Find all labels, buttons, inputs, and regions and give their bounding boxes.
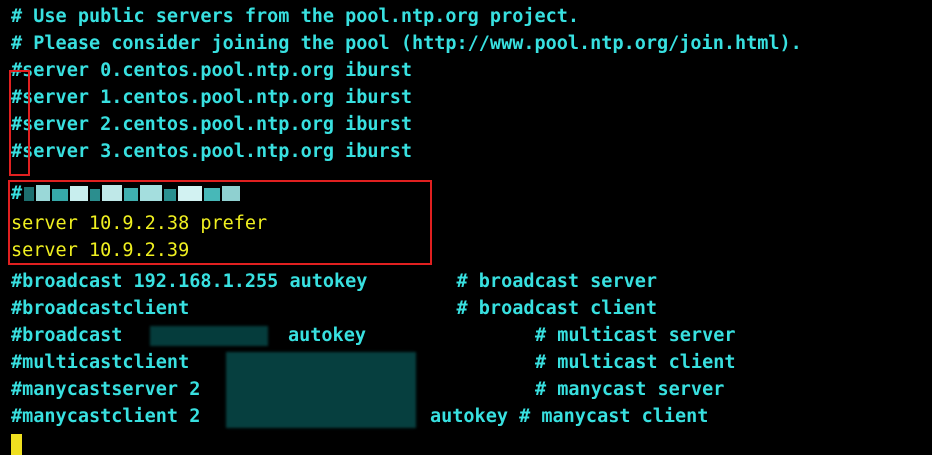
- config-line-server-2: #server 2.centos.pool.ntp.org iburst: [11, 114, 412, 135]
- redaction-block-multicast: [150, 326, 268, 346]
- config-line-manycastclient: #manycastclient 2: [11, 406, 201, 427]
- terminal-screen[interactable]: # Use public servers from the pool.ntp.o…: [0, 0, 932, 455]
- config-line-manycastserver: #manycastserver 2: [11, 379, 201, 400]
- config-line-broadcast: #broadcast 192.168.1.255 autokey # broad…: [11, 271, 658, 292]
- config-line-multicastclient: #multicastclient: [11, 352, 190, 373]
- config-line-broadcast-autokey: autokey: [288, 325, 366, 346]
- config-line-broadcast-multicast-prefix: #broadcast: [11, 325, 123, 346]
- terminal-window[interactable]: # Use public servers from the pool.ntp.o…: [0, 0, 938, 455]
- config-line-server-second: server 10.9.2.39: [11, 240, 190, 261]
- config-line-redacted-comment: #: [11, 183, 23, 204]
- config-line-server-0: #server 0.centos.pool.ntp.org iburst: [11, 60, 412, 81]
- config-line-manycast-server-comment: # manycast server: [535, 379, 725, 400]
- config-line-multicast-server-comment: # multicast server: [535, 325, 736, 346]
- config-line-comment-1: # Use public servers from the pool.ntp.o…: [11, 6, 580, 27]
- config-line-server-prefer: server 10.9.2.38 prefer: [11, 213, 268, 234]
- terminal-cursor: [11, 434, 22, 455]
- config-line-server-1: #server 1.centos.pool.ntp.org iburst: [11, 87, 412, 108]
- redaction-mosaic: [24, 183, 244, 205]
- config-line-broadcastclient: #broadcastclient # broadcast client: [11, 298, 658, 319]
- config-line-comment-2: # Please consider joining the pool (http…: [11, 33, 802, 54]
- config-line-multicast-client-comment: # multicast client: [535, 352, 736, 373]
- config-line-server-3: #server 3.centos.pool.ntp.org iburst: [11, 141, 412, 162]
- config-line-manycastclient-suffix: autokey # manycast client: [430, 406, 709, 427]
- redaction-block-manycast: [226, 352, 416, 428]
